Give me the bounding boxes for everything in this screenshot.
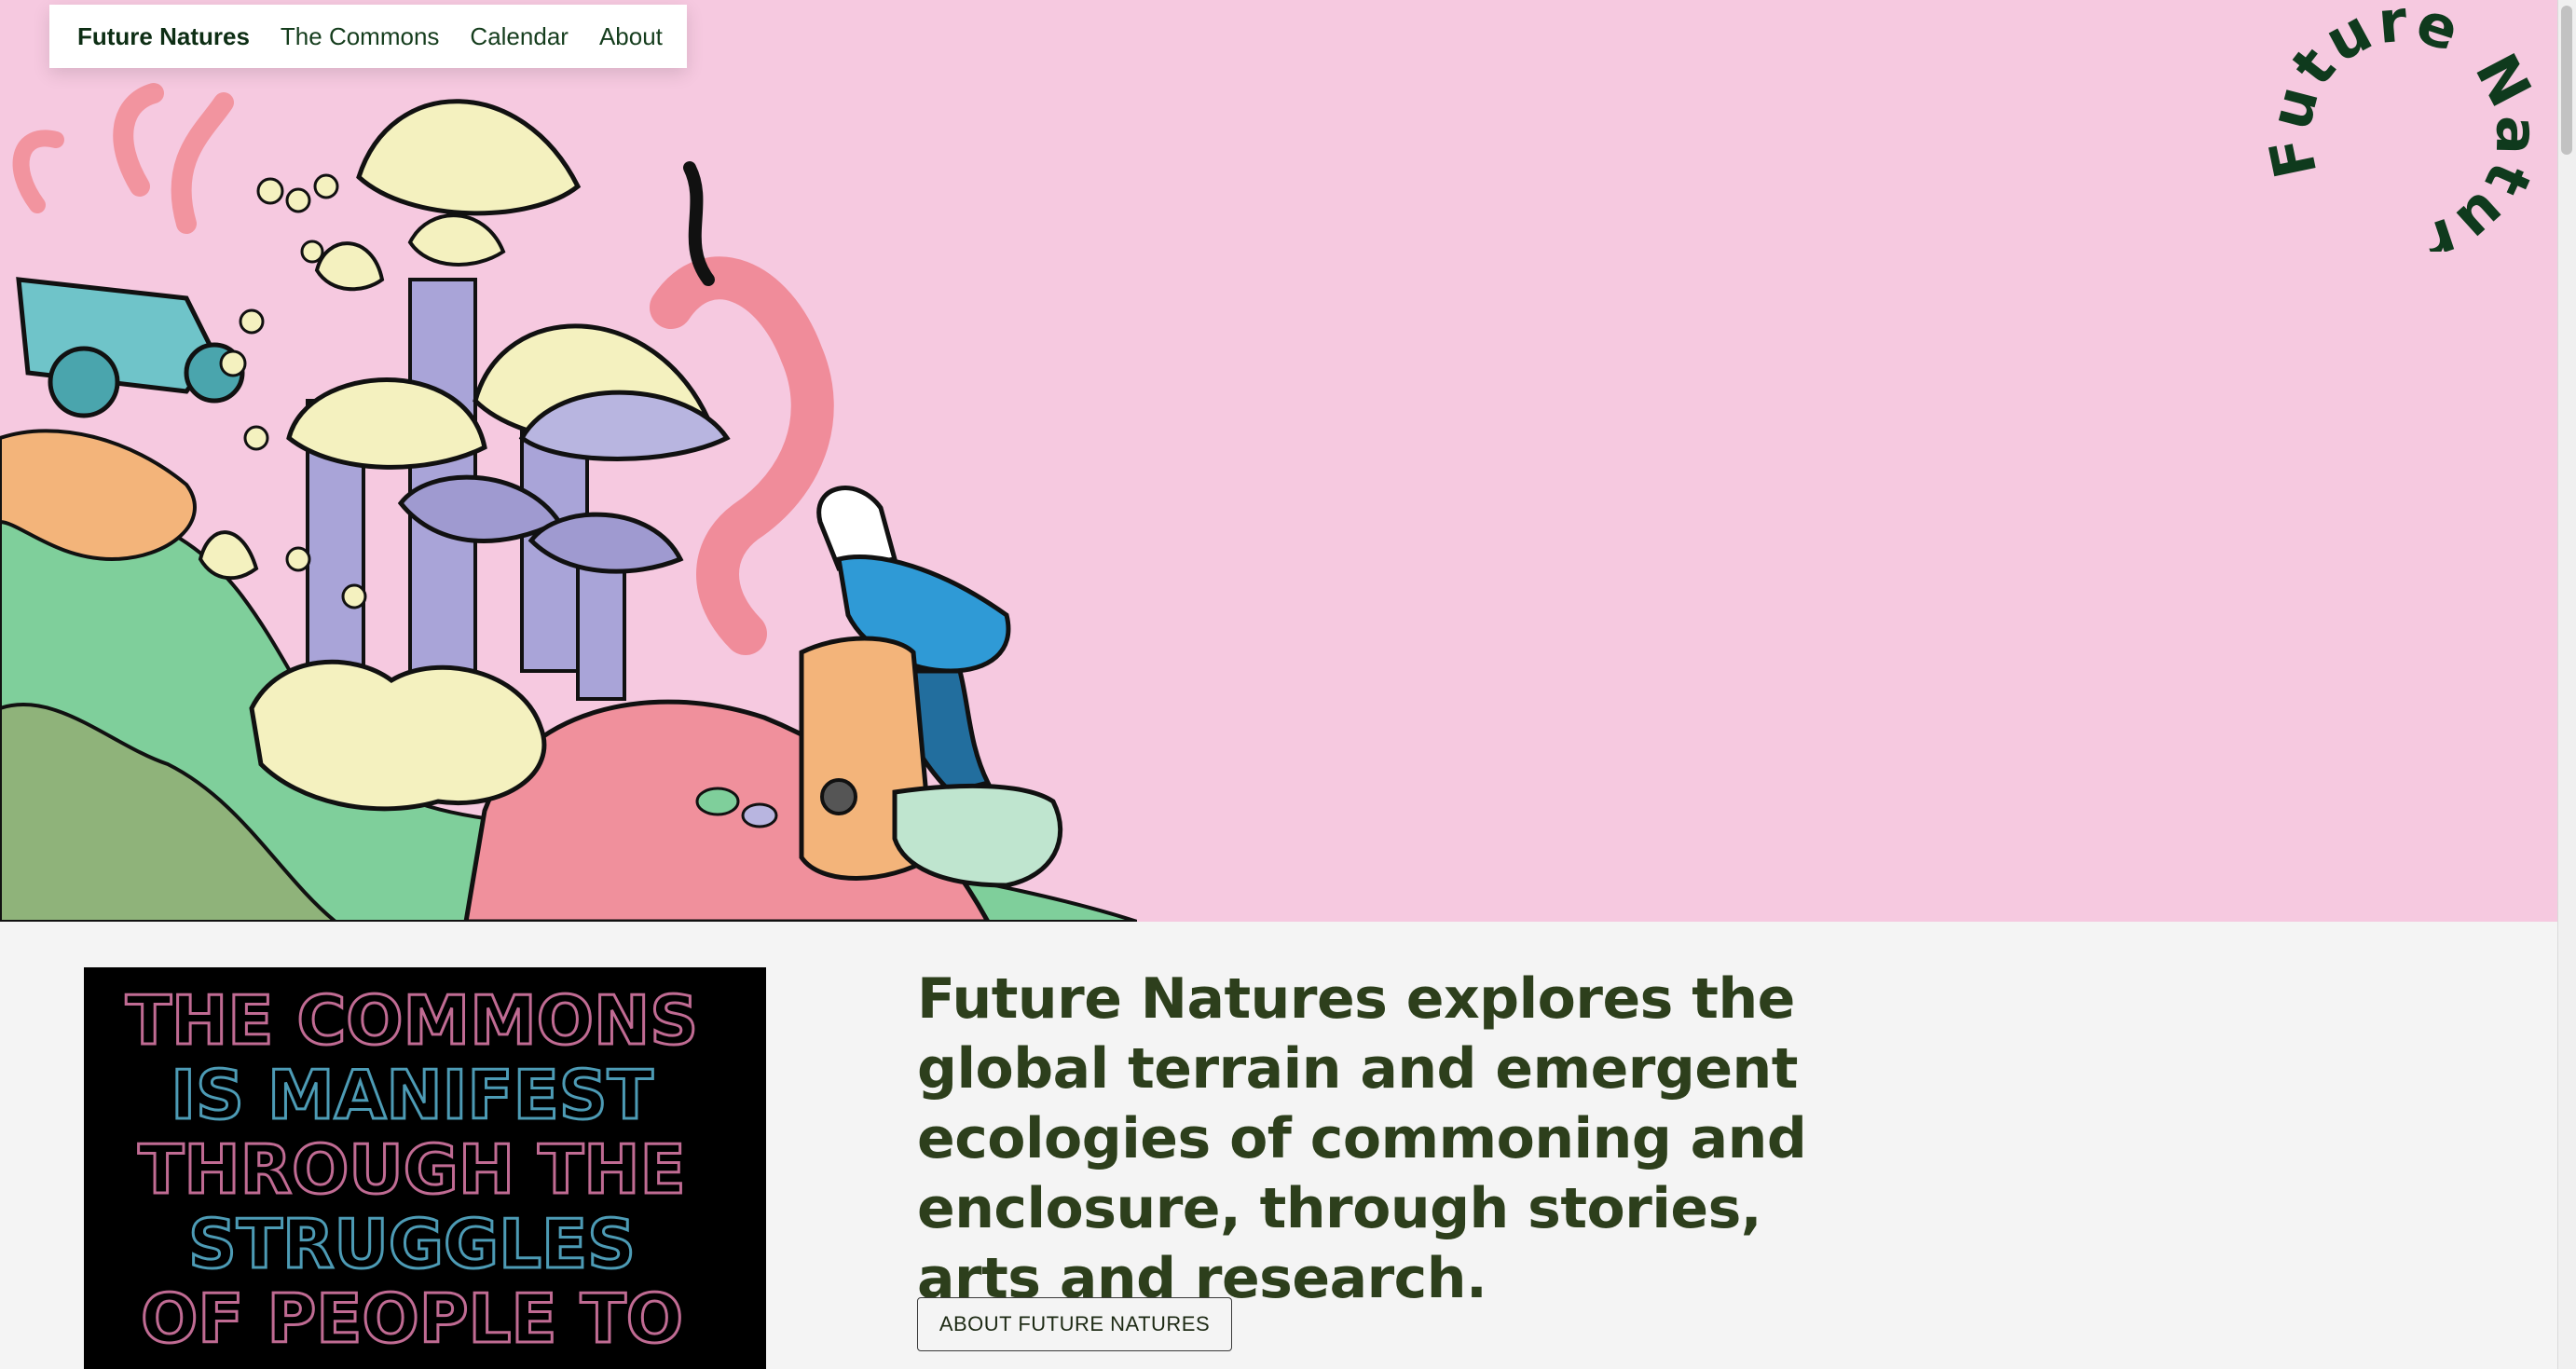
nav-item-about[interactable]: About xyxy=(599,22,663,51)
top-navigation: Future Natures The Commons Calendar Abou… xyxy=(49,5,687,68)
logo-text: Future Natures xyxy=(2263,0,2533,252)
hero-illustration xyxy=(0,83,1137,922)
commons-poster-image[interactable]: THE COMMONS IS MANIFEST THROUGH THE STRU… xyxy=(84,967,766,1369)
scrollbar-thumb[interactable] xyxy=(2561,6,2572,155)
poster-line-5: OF PEOPLE TO xyxy=(141,1280,683,1358)
nav-item-the-commons[interactable]: The Commons xyxy=(281,22,440,51)
about-future-natures-button[interactable]: ABOUT FUTURE NATURES xyxy=(917,1297,1232,1351)
hero-banner: Future Natures The Commons Calendar Abou… xyxy=(0,0,2557,922)
poster-line-3: THROUGH THE xyxy=(138,1130,685,1209)
poster-line-1: THE COMMONS xyxy=(126,981,698,1060)
svg-text:Future Natures: Future Natures xyxy=(2263,0,2533,252)
circular-logo[interactable]: Future Natures xyxy=(2263,0,2533,252)
nav-item-calendar[interactable]: Calendar xyxy=(470,22,569,51)
poster-artwork: THE COMMONS IS MANIFEST THROUGH THE STRU… xyxy=(124,980,699,1360)
page-scrollbar[interactable] xyxy=(2557,0,2576,1369)
poster-line-2: IS MANIFEST xyxy=(171,1056,652,1134)
intro-statement: Future Natures explores the global terra… xyxy=(917,966,1807,1311)
nav-brand-link[interactable]: Future Natures xyxy=(77,22,250,51)
poster-line-4: STRUGGLES xyxy=(188,1205,636,1283)
